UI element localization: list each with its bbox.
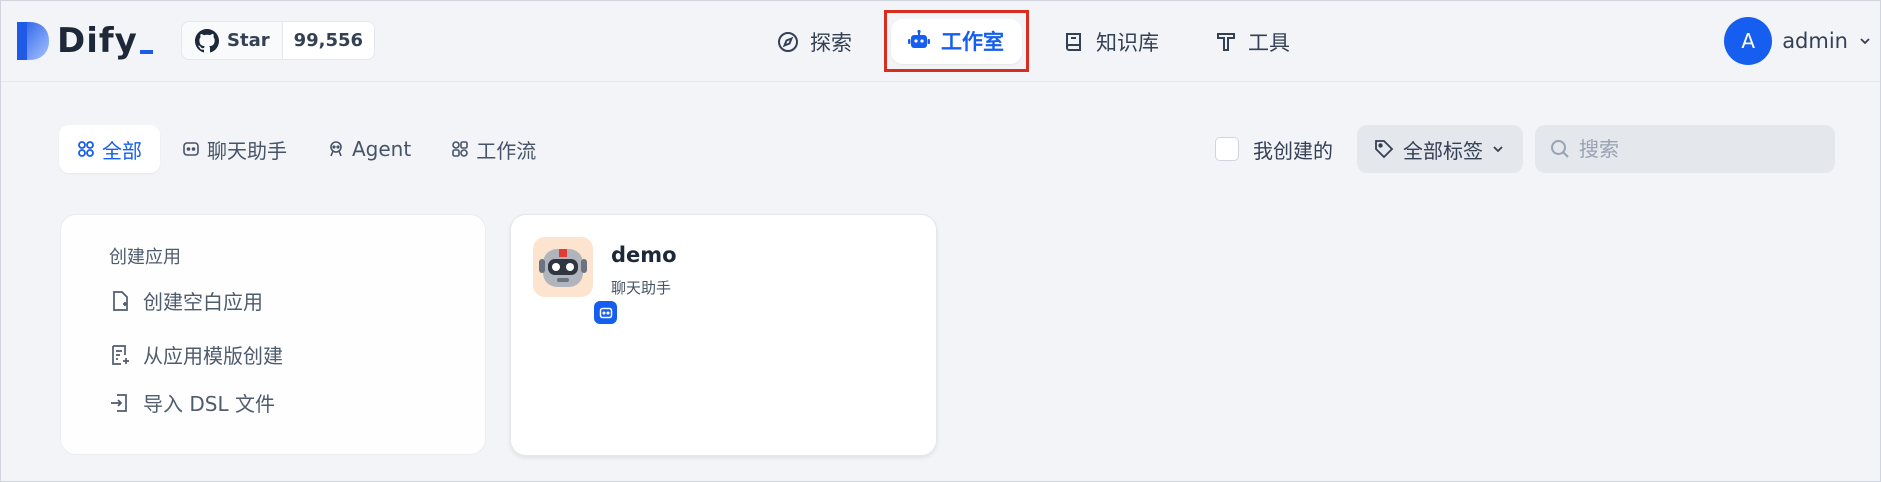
nav-explore[interactable]: 探索	[776, 12, 852, 71]
nav-studio-pill[interactable]: 工作室	[891, 18, 1022, 64]
main-nav: 探索 工作室 知识库 工具	[1, 10, 1880, 72]
chevron-down-icon	[1860, 38, 1870, 45]
file-plus-icon	[113, 290, 128, 311]
tab-agent[interactable]: Agent	[309, 125, 429, 173]
app-window: Dify Star 99,556 探索 工作室 知识库 工具 A admin 全…	[0, 0, 1881, 482]
compass-icon	[778, 31, 798, 52]
nav-explore-label: 探索	[810, 30, 852, 55]
nav-knowledge[interactable]: 知识库	[1062, 12, 1159, 71]
import-dsl-button[interactable]: 导入 DSL 文件	[109, 388, 275, 417]
tab-agent-label: Agent	[352, 137, 412, 161]
nav-tools[interactable]: 工具	[1214, 12, 1290, 71]
robot-emoji-icon	[539, 249, 587, 287]
filter-bar: 我创建的 全部标签	[1215, 125, 1835, 173]
app-name: demo	[611, 243, 677, 267]
chat-bot-icon	[599, 307, 612, 318]
search-input[interactable]	[1579, 137, 1819, 161]
create-app-card: 创建应用 创建空白应用 从应用模版创建 导入 DSL 文件	[60, 214, 486, 455]
app-type: 聊天助手	[611, 279, 672, 297]
import-icon	[111, 393, 127, 412]
book-icon	[1066, 32, 1081, 51]
created-by-me-checkbox[interactable]	[1215, 137, 1239, 161]
tag-icon	[1375, 140, 1394, 159]
chat-bot-icon	[183, 142, 199, 156]
app-card[interactable]: demo 聊天助手	[510, 214, 937, 456]
tab-chat-label: 聊天助手	[207, 138, 287, 163]
user-name[interactable]: admin	[1782, 29, 1848, 53]
search-box[interactable]	[1535, 125, 1835, 173]
create-from-template-button[interactable]: 从应用模版创建	[109, 340, 283, 369]
chat-badge	[592, 299, 619, 326]
created-by-me-filter[interactable]: 我创建的	[1215, 135, 1333, 164]
create-blank-app-label: 创建空白应用	[143, 290, 263, 314]
agent-icon	[330, 141, 342, 157]
create-blank-app-button[interactable]: 创建空白应用	[109, 286, 263, 315]
avatar[interactable]: A	[1724, 17, 1773, 65]
file-template-icon	[112, 344, 129, 365]
tab-all[interactable]: 全部	[59, 125, 160, 173]
grid-icon	[78, 141, 94, 157]
nav-studio-label: 工作室	[941, 30, 1004, 54]
nav-knowledge-label: 知识库	[1096, 30, 1159, 55]
import-dsl-label: 导入 DSL 文件	[143, 392, 275, 416]
tag-filter-label: 全部标签	[1403, 138, 1483, 163]
tab-workflow-label: 工作流	[476, 138, 537, 163]
search-icon	[1551, 140, 1569, 158]
hammer-icon	[1217, 32, 1235, 51]
tab-workflow[interactable]: 工作流	[433, 125, 554, 173]
create-app-title: 创建应用	[109, 247, 181, 268]
tab-chat[interactable]: 聊天助手	[164, 125, 305, 173]
user-menu[interactable]: A admin	[1724, 17, 1872, 65]
nav-studio[interactable]: 工作室	[884, 10, 1029, 72]
workflow-icon	[452, 141, 469, 157]
created-by-me-label: 我创建的	[1253, 138, 1333, 163]
top-header: Dify Star 99,556 探索 工作室 知识库 工具 A admin	[1, 1, 1880, 82]
app-icon	[533, 237, 619, 326]
robot-icon	[908, 29, 930, 48]
nav-tools-label: 工具	[1248, 30, 1290, 55]
app-type-tabs: 全部 聊天助手 Agent 工作流	[59, 125, 554, 173]
create-from-template-label: 从应用模版创建	[143, 344, 283, 368]
chevron-down-icon	[1493, 146, 1503, 153]
tag-filter-select[interactable]: 全部标签	[1357, 125, 1523, 173]
tab-all-label: 全部	[102, 138, 142, 163]
